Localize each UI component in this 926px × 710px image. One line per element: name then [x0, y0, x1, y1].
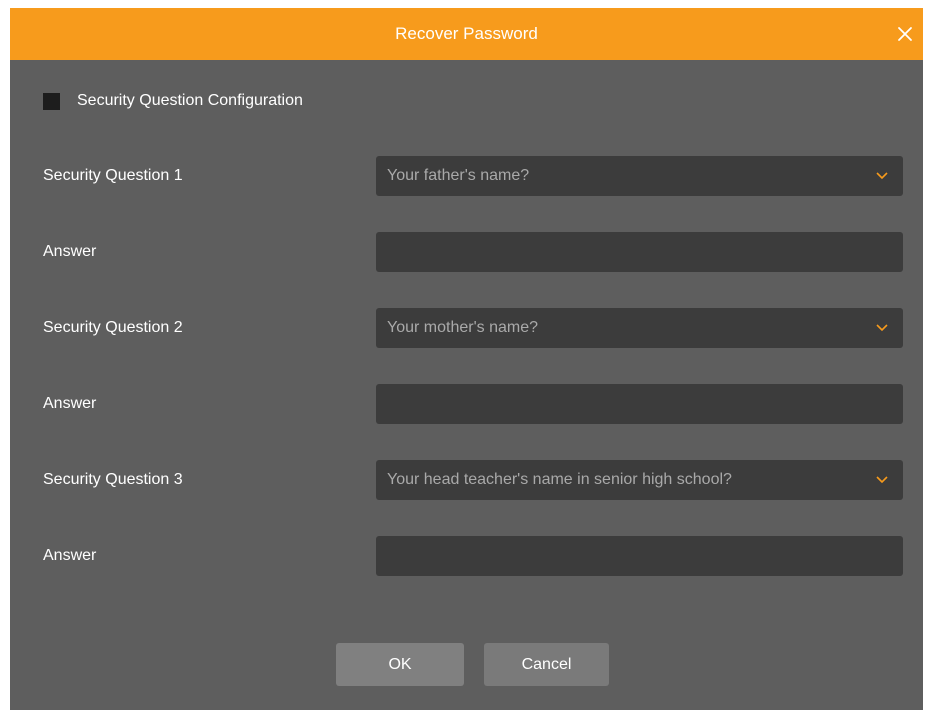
answer-3-input[interactable] — [376, 536, 903, 576]
answer-1-field[interactable] — [376, 232, 903, 272]
security-question-2-select[interactable]: Your mother's name? — [376, 308, 903, 348]
chevron-down-icon — [876, 476, 888, 484]
answer-3-field[interactable] — [376, 536, 903, 576]
answer-3-label: Answer — [43, 547, 97, 564]
recover-password-dialog: Recover Password Security Question Confi… — [0, 0, 926, 710]
security-question-config-row[interactable]: Security Question Configuration — [43, 91, 303, 111]
dialog-top-border — [0, 0, 926, 8]
answer-2-field[interactable] — [376, 384, 903, 424]
security-question-2-value: Your mother's name? — [387, 319, 538, 336]
security-question-config-label: Security Question Configuration — [77, 92, 303, 109]
chevron-down-icon — [876, 172, 888, 180]
security-question-1-value: Your father's name? — [387, 167, 530, 184]
security-question-3-select[interactable]: Your head teacher's name in senior high … — [376, 460, 903, 500]
security-question-2-label: Security Question 2 — [43, 319, 183, 336]
dialog-titlebar: Recover Password — [10, 8, 923, 60]
security-question-3-value: Your head teacher's name in senior high … — [387, 471, 732, 488]
security-question-1-label: Security Question 1 — [43, 167, 183, 184]
chevron-down-icon — [876, 324, 888, 332]
close-button[interactable] — [893, 22, 917, 46]
answer-2-input[interactable] — [376, 384, 903, 424]
close-icon — [898, 27, 912, 41]
dialog-title: Recover Password — [395, 24, 538, 43]
security-question-1-select[interactable]: Your father's name? — [376, 156, 903, 196]
answer-1-input[interactable] — [376, 232, 903, 272]
ok-button[interactable]: OK — [336, 643, 464, 686]
cancel-button[interactable]: Cancel — [484, 643, 609, 686]
security-question-config-checkbox[interactable] — [43, 92, 60, 110]
dialog-left-border — [0, 0, 10, 710]
answer-1-label: Answer — [43, 243, 97, 260]
security-question-3-label: Security Question 3 — [43, 471, 183, 488]
answer-2-label: Answer — [43, 395, 97, 412]
